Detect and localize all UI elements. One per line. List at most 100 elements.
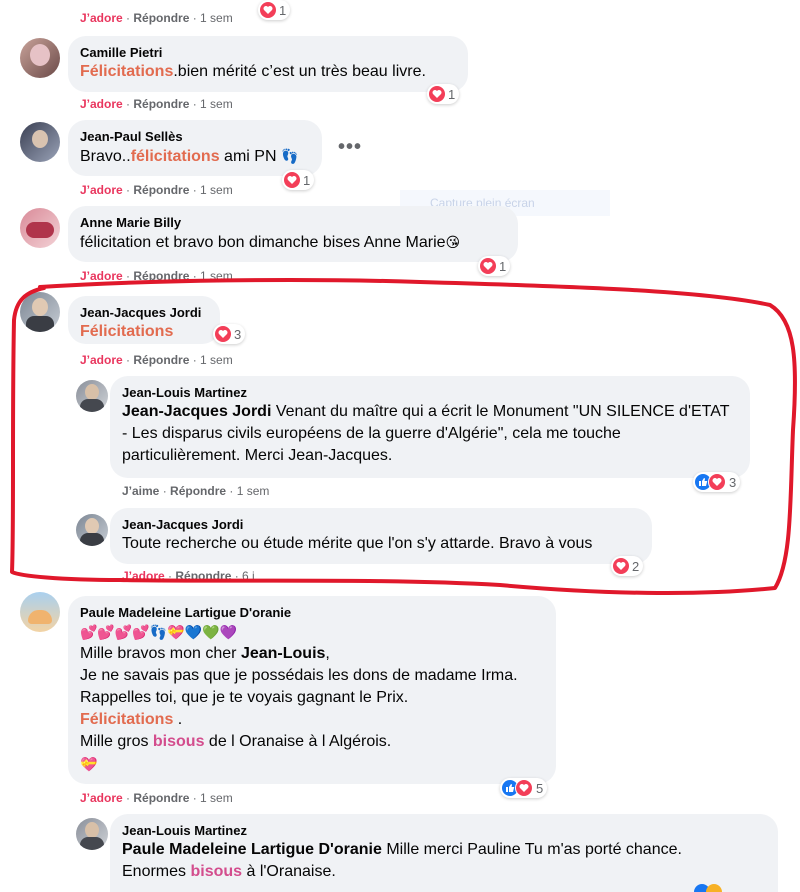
comment-bubble: Anne Marie Billy félicitation et bravo b… xyxy=(68,206,518,262)
timestamp[interactable]: 6 j xyxy=(242,569,255,583)
adore-link[interactable]: J’adore xyxy=(80,269,123,283)
avatar[interactable] xyxy=(20,592,60,632)
hashtag-highlight[interactable]: bisous xyxy=(153,733,205,750)
author-name[interactable]: Jean-Jacques Jordi xyxy=(80,304,208,321)
heart-icon xyxy=(708,473,726,491)
kiss-emoji-icon: 😘 xyxy=(445,234,461,250)
reply-bubble: Jean-Louis Martinez Paule Madeleine Lart… xyxy=(110,814,778,892)
green-heart-icon: 💚 xyxy=(202,624,220,640)
avatar[interactable] xyxy=(20,208,60,248)
avatar[interactable] xyxy=(76,818,108,850)
hashtag-highlight[interactable]: bisous xyxy=(190,863,242,880)
heart-icon xyxy=(480,258,496,274)
comment-text: 💕💕💕💕👣💝💙💚💜 Mille bravos mon cher Jean-Lou… xyxy=(80,621,544,775)
comment-text: Jean-Jacques Jordi Venant du maître qui … xyxy=(122,403,730,464)
comment-actions: J’aime · Répondre · 1 sem xyxy=(122,484,270,498)
avatar[interactable] xyxy=(20,122,60,162)
comment-actions: J’adore · Répondre · 1 sem xyxy=(80,11,233,25)
reply-link[interactable]: Répondre xyxy=(133,97,189,111)
purple-heart-icon: 💜 xyxy=(219,624,237,640)
comment-actions: J’adore · Répondre · 1 sem xyxy=(80,269,233,283)
comment-bubble: Camille Pietri Félicitations.bien mérité… xyxy=(68,36,468,92)
more-options-icon[interactable]: ••• xyxy=(338,136,362,159)
heart-icon xyxy=(613,558,629,574)
mention-link[interactable]: Jean-Louis xyxy=(241,645,325,662)
avatar[interactable] xyxy=(76,514,108,546)
comment-text: Paule Madeleine Lartigue D'oranie Mille … xyxy=(122,841,682,880)
reply-link[interactable]: Répondre xyxy=(170,484,226,498)
reply-link[interactable]: Répondre xyxy=(133,183,189,197)
heart-icon xyxy=(429,86,445,102)
heart-gift-icon: 💝 xyxy=(80,756,98,772)
author-name[interactable]: Jean-Paul Sellès xyxy=(80,128,310,145)
avatar[interactable] xyxy=(76,380,108,412)
timestamp[interactable]: 1 sem xyxy=(200,11,233,25)
reaction-count[interactable]: 1 xyxy=(282,170,315,190)
adore-link[interactable]: J’adore xyxy=(80,353,123,367)
heart-icon xyxy=(284,172,300,188)
reply-link[interactable]: Répondre xyxy=(133,791,189,805)
adore-link[interactable]: J’adore xyxy=(80,183,123,197)
author-name[interactable]: Jean-Louis Martinez xyxy=(122,384,738,401)
reaction-count[interactable]: 2 xyxy=(611,556,644,576)
reply-link[interactable]: Répondre xyxy=(175,569,231,583)
reaction-count[interactable]: 1 xyxy=(478,256,511,276)
hashtag-highlight[interactable]: félicitations xyxy=(131,148,220,165)
adore-link[interactable]: J’adore xyxy=(122,569,165,583)
timestamp[interactable]: 1 sem xyxy=(200,269,233,283)
like-link[interactable]: J’aime xyxy=(122,484,159,498)
author-name[interactable]: Anne Marie Billy xyxy=(80,214,506,231)
author-name[interactable]: Paule Madeleine Lartigue D'oranie xyxy=(80,604,544,621)
reaction-count[interactable]: 1 xyxy=(258,0,291,20)
comment-actions: J’adore · Répondre · 1 sem xyxy=(80,353,233,367)
reaction-count[interactable]: 1 xyxy=(427,84,460,104)
comment-actions: J’adore · Répondre · 1 sem xyxy=(80,791,233,805)
comment-text: Félicitations xyxy=(80,323,173,340)
timestamp[interactable]: 1 sem xyxy=(200,97,233,111)
comment-text: Toute recherche ou étude mérite que l'on… xyxy=(122,535,593,552)
avatar[interactable] xyxy=(20,292,60,332)
blue-heart-icon: 💙 xyxy=(184,624,203,640)
reply-link[interactable]: Répondre xyxy=(133,353,189,367)
reaction-count[interactable] xyxy=(694,884,734,892)
reaction-count[interactable]: 5 xyxy=(500,778,548,798)
reaction-count[interactable]: 3 xyxy=(213,324,246,344)
reply-link[interactable]: Répondre xyxy=(133,269,189,283)
timestamp[interactable]: 1 sem xyxy=(237,484,270,498)
reply-bubble: Jean-Jacques Jordi Toute recherche ou ét… xyxy=(110,508,652,564)
heart-gift-icon: 💝 xyxy=(167,624,185,640)
emoji-row: 💕💕💕💕👣💝💙💚💜 xyxy=(80,621,544,643)
timestamp[interactable]: 1 sem xyxy=(200,791,233,805)
author-name[interactable]: Camille Pietri xyxy=(80,44,456,61)
hashtag-highlight[interactable]: Félicitations xyxy=(80,323,173,340)
reply-bubble: Jean-Louis Martinez Jean-Jacques Jordi V… xyxy=(110,376,750,478)
comment-text: Félicitations.bien mérité c’est un très … xyxy=(80,63,426,80)
mention-link[interactable]: Paule Madeleine Lartigue D'oranie xyxy=(122,841,382,858)
comment-bubble: Paule Madeleine Lartigue D'oranie 💕💕💕💕👣💝… xyxy=(68,596,556,784)
timestamp[interactable]: 1 sem xyxy=(200,183,233,197)
footprints-icon: 👣 xyxy=(280,148,299,164)
author-name[interactable]: Jean-Jacques Jordi xyxy=(122,516,640,533)
hashtag-highlight[interactable]: Félicitations xyxy=(80,63,173,80)
heart-icon xyxy=(260,2,276,18)
reaction-count[interactable]: 3 xyxy=(693,472,741,492)
avatar[interactable] xyxy=(20,38,60,78)
adore-link[interactable]: J’adore xyxy=(80,97,123,111)
comment-bubble: Jean-Jacques Jordi Félicitations xyxy=(68,296,220,344)
adore-link[interactable]: J’adore xyxy=(80,11,123,25)
comment-actions: J’adore · Répondre · 1 sem xyxy=(80,97,233,111)
footprints-icon: 👣 xyxy=(149,624,168,640)
hashtag-highlight[interactable]: Félicitations xyxy=(80,711,173,728)
author-name[interactable]: Jean-Louis Martinez xyxy=(122,822,766,839)
heart-icon xyxy=(515,779,533,797)
hearts-emoji-icon: 💕💕💕💕 xyxy=(80,624,150,640)
comment-actions: J’adore · Répondre · 1 sem xyxy=(80,183,233,197)
timestamp[interactable]: 1 sem xyxy=(200,353,233,367)
comment-actions: J’adore · Répondre · 6 j xyxy=(122,569,255,583)
haha-icon xyxy=(706,884,722,892)
adore-link[interactable]: J’adore xyxy=(80,791,123,805)
heart-icon xyxy=(215,326,231,342)
reply-link[interactable]: Répondre xyxy=(133,11,189,25)
mention-link[interactable]: Jean-Jacques Jordi xyxy=(122,403,271,420)
comment-text: Bravo..félicitations ami PN 👣 xyxy=(80,148,299,165)
